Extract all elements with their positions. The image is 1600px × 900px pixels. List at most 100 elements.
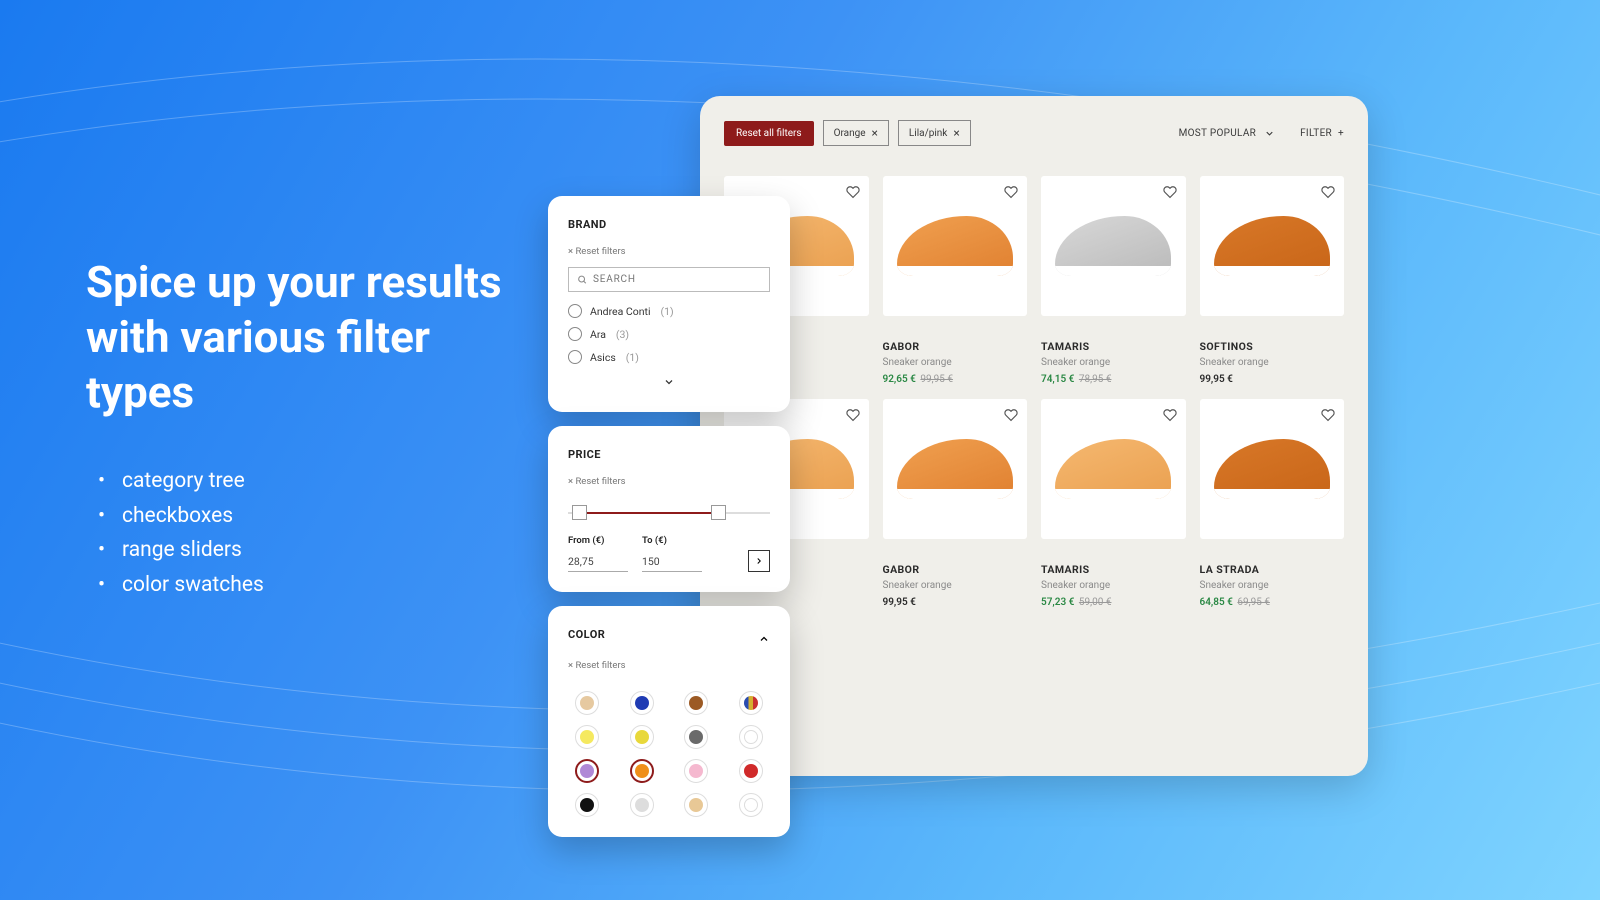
color-swatch[interactable]	[630, 725, 654, 749]
color-swatch[interactable]	[630, 793, 654, 817]
product-brand: GABOR	[883, 340, 1028, 353]
brand-search-box[interactable]	[568, 267, 770, 292]
product-brand: SOFTINOS	[1200, 340, 1345, 353]
heart-icon[interactable]	[846, 408, 860, 422]
product-card[interactable]: LA STRADA Sneaker orange 64,85 € 69,95 €	[1200, 399, 1345, 608]
chip-label: Orange	[834, 128, 866, 139]
search-icon	[577, 274, 587, 285]
filter-button[interactable]: FILTER+	[1300, 128, 1344, 139]
slider-handle-min[interactable]	[572, 505, 587, 520]
heart-icon[interactable]	[1163, 185, 1177, 199]
sort-dropdown[interactable]: MOST POPULAR	[1179, 128, 1276, 139]
price: 99,95 €	[883, 597, 916, 608]
price-from-input[interactable]	[568, 552, 628, 572]
heart-icon[interactable]	[1004, 408, 1018, 422]
color-swatch[interactable]	[739, 725, 763, 749]
from-label: From (€)	[568, 535, 628, 546]
chevron-up-icon[interactable]	[758, 633, 770, 645]
filter-panels: BRAND Reset filters Andrea Conti (1)Ara …	[548, 196, 790, 837]
heart-icon[interactable]	[1321, 408, 1335, 422]
product-image	[883, 399, 1028, 539]
store-panel: Reset all filters Orange × Lila/pink× MOS…	[700, 96, 1368, 776]
hero-bullet: range sliders	[104, 533, 546, 568]
apply-price-button[interactable]	[748, 550, 770, 572]
hero-bullet: color swatches	[104, 568, 546, 603]
filter-chip-orange[interactable]: Orange ×	[823, 120, 889, 146]
chip-label: Lila/pink	[909, 128, 947, 139]
brand-option[interactable]: Andrea Conti (1)	[568, 304, 770, 318]
chevron-down-icon	[663, 376, 675, 388]
chevron-right-icon	[754, 556, 764, 566]
product-grid: LA STRADA GABOR Sneaker orange 92,65 € 9…	[724, 176, 1344, 608]
option-count: (1)	[661, 305, 674, 318]
hero-title: Spice up your results with various filte…	[86, 255, 546, 420]
to-label: To (€)	[642, 535, 702, 546]
option-count: (3)	[616, 328, 629, 341]
radio-icon	[568, 327, 582, 341]
product-name: Sneaker orange	[1041, 580, 1186, 591]
color-swatch[interactable]	[739, 759, 763, 783]
expand-brands-button[interactable]	[568, 373, 770, 392]
color-swatch[interactable]	[684, 691, 708, 715]
price-range-slider[interactable]	[568, 505, 770, 521]
color-swatch[interactable]	[575, 759, 599, 783]
shoe-illustration	[1055, 439, 1171, 499]
heart-icon[interactable]	[1321, 185, 1335, 199]
product-brand: TAMARIS	[1041, 340, 1186, 353]
color-swatch[interactable]	[575, 793, 599, 817]
heart-icon[interactable]	[846, 185, 860, 199]
product-image	[1200, 399, 1345, 539]
product-card[interactable]: TAMARIS Sneaker orange 74,15 € 78,95 €	[1041, 176, 1186, 385]
price-inputs: From (€) To (€)	[568, 535, 770, 572]
brand-option[interactable]: Asics (1)	[568, 350, 770, 364]
original-price: 59,00 €	[1079, 597, 1112, 608]
color-swatches	[568, 691, 770, 817]
product-image	[1041, 399, 1186, 539]
sale-price: 92,65 €	[883, 374, 916, 385]
option-count: (1)	[626, 351, 639, 364]
original-price: 78,95 €	[1079, 374, 1112, 385]
product-card[interactable]: TAMARIS Sneaker orange 57,23 € 59,00 €	[1041, 399, 1186, 608]
option-label: Andrea Conti	[590, 305, 651, 318]
color-swatch[interactable]	[684, 725, 708, 749]
shoe-illustration	[1214, 216, 1330, 276]
product-image	[1041, 176, 1186, 316]
color-swatch[interactable]	[575, 725, 599, 749]
color-swatch[interactable]	[630, 691, 654, 715]
sale-price: 57,23 €	[1041, 597, 1074, 608]
sale-price: 74,15 €	[1041, 374, 1074, 385]
color-swatch[interactable]	[684, 759, 708, 783]
reset-filters-link[interactable]: Reset filters	[568, 246, 626, 257]
color-swatch[interactable]	[630, 759, 654, 783]
product-card[interactable]: GABOR Sneaker orange 92,65 € 99,95 €	[883, 176, 1028, 385]
shoe-illustration	[897, 216, 1013, 276]
product-brand: GABOR	[883, 563, 1028, 576]
brand-option[interactable]: Ara (3)	[568, 327, 770, 341]
heart-icon[interactable]	[1163, 408, 1177, 422]
option-label: Asics	[590, 351, 616, 364]
product-name: Sneaker orange	[883, 580, 1028, 591]
price: 99,95 €	[1200, 374, 1233, 385]
product-name: Sneaker orange	[1200, 580, 1345, 591]
heart-icon[interactable]	[1004, 185, 1018, 199]
hero-bullet: checkboxes	[104, 499, 546, 534]
reset-all-filters-button[interactable]: Reset all filters	[724, 121, 814, 146]
color-swatch[interactable]	[575, 691, 599, 715]
price-to-input[interactable]	[642, 552, 702, 572]
product-name: Sneaker orange	[1041, 357, 1186, 368]
product-card[interactable]: SOFTINOS Sneaker orange 99,95 €	[1200, 176, 1345, 385]
slider-handle-max[interactable]	[711, 505, 726, 520]
color-swatch[interactable]	[739, 793, 763, 817]
plus-icon: +	[1338, 128, 1344, 139]
brand-search-input[interactable]	[593, 274, 761, 285]
original-price: 69,95 €	[1237, 597, 1270, 608]
product-card[interactable]: GABOR Sneaker orange 99,95 €	[883, 399, 1028, 608]
reset-filters-link[interactable]: Reset filters	[568, 476, 626, 487]
filter-chip-lilapink[interactable]: Lila/pink×	[898, 120, 971, 146]
color-swatch[interactable]	[739, 691, 763, 715]
color-swatch[interactable]	[684, 793, 708, 817]
reset-filters-link[interactable]: Reset filters	[568, 660, 626, 671]
close-icon: ×	[872, 127, 878, 139]
shoe-illustration	[1055, 216, 1171, 276]
radio-icon	[568, 304, 582, 318]
